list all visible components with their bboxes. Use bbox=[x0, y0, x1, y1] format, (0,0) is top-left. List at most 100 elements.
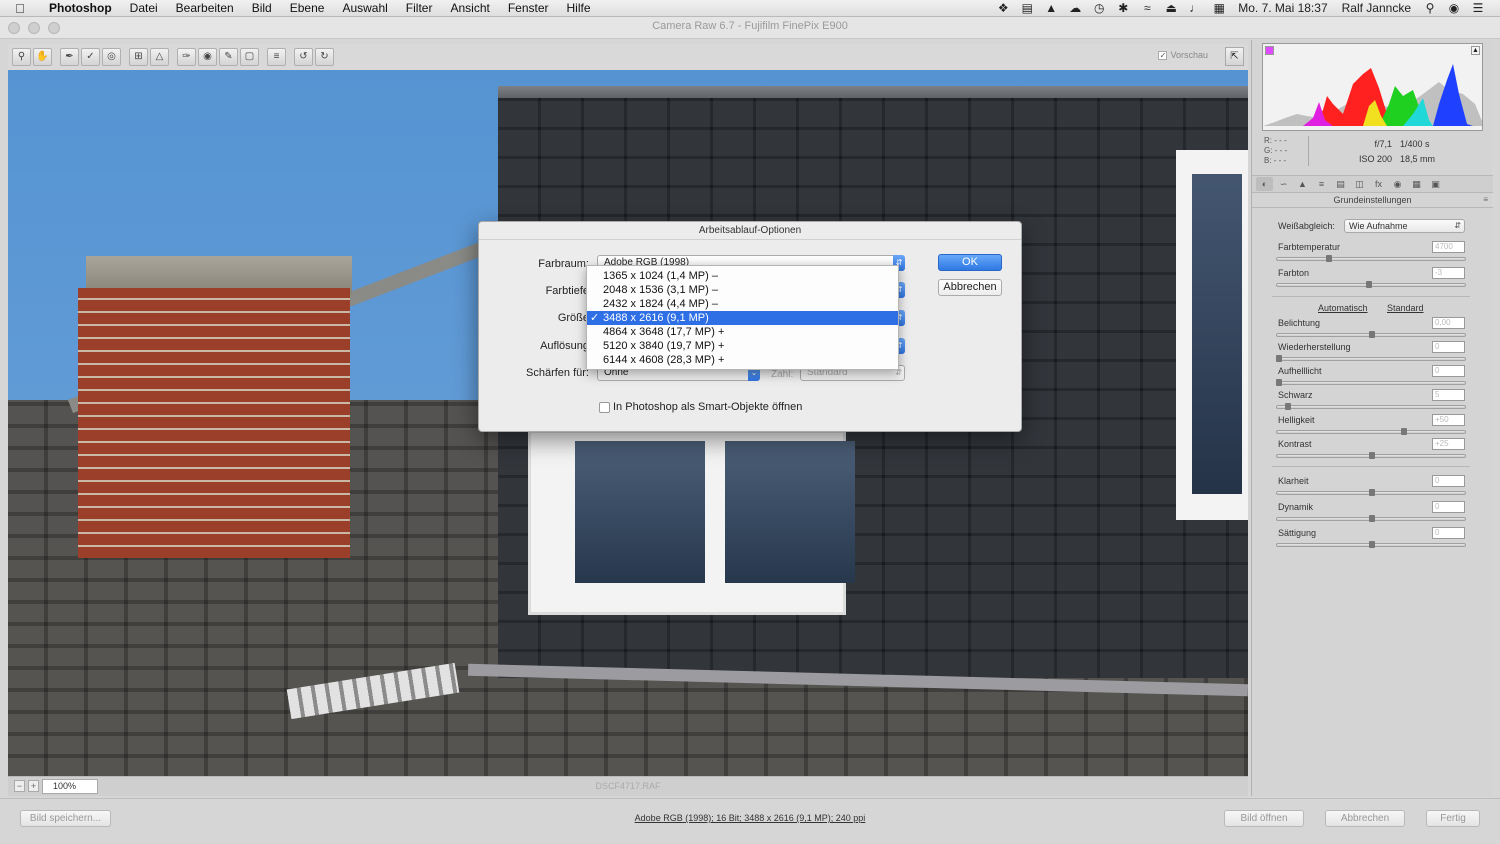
brightness-field[interactable]: +50 bbox=[1432, 414, 1465, 426]
message-icon[interactable]: ▤ bbox=[1015, 0, 1039, 17]
open-image-button[interactable]: Bild öffnen bbox=[1224, 810, 1304, 827]
fill-light-slider[interactable] bbox=[1276, 379, 1466, 386]
drive-icon[interactable]: ▲ bbox=[1039, 0, 1063, 17]
menu-bild[interactable]: Bild bbox=[243, 0, 281, 17]
contrast-slider-thumb[interactable] bbox=[1369, 452, 1375, 459]
adjustment-brush-icon[interactable]: ✎ bbox=[219, 48, 238, 66]
camera-calibration-tab-icon[interactable]: ◉ bbox=[1389, 177, 1406, 191]
menu-datei[interactable]: Datei bbox=[121, 0, 167, 17]
size-option[interactable]: 2048 x 1536 (3,1 MP) – bbox=[587, 283, 898, 297]
notification-center-icon[interactable]: ☰ bbox=[1466, 0, 1490, 17]
fill-light-field[interactable]: 0 bbox=[1432, 365, 1465, 377]
basic-tab-icon[interactable]: ◐ bbox=[1256, 177, 1273, 191]
blacks-slider[interactable] bbox=[1276, 403, 1466, 410]
clarity-slider[interactable] bbox=[1276, 489, 1466, 496]
smart-object-checkbox[interactable] bbox=[599, 401, 610, 413]
brightness-slider[interactable] bbox=[1276, 428, 1466, 435]
dropbox-icon[interactable]: ❖ bbox=[991, 0, 1015, 17]
dialog-cancel-button[interactable]: Abbrechen bbox=[938, 279, 1002, 296]
blacks-slider-thumb[interactable] bbox=[1285, 403, 1291, 410]
saturation-field[interactable]: 0 bbox=[1432, 527, 1465, 539]
saturation-slider[interactable] bbox=[1276, 541, 1466, 548]
preview-checkbox[interactable]: ✓ bbox=[1158, 50, 1168, 60]
menu-app[interactable]: Photoshop bbox=[40, 0, 121, 17]
menu-fenster[interactable]: Fenster bbox=[499, 0, 558, 17]
time-machine-icon[interactable]: ◷ bbox=[1087, 0, 1111, 17]
smart-object-option[interactable]: In Photoshop als Smart-Objekte öffnen bbox=[599, 401, 802, 413]
presets-tab-icon[interactable]: ▦ bbox=[1408, 177, 1425, 191]
tint-slider-thumb[interactable] bbox=[1366, 281, 1372, 288]
menu-bearbeiten[interactable]: Bearbeiten bbox=[167, 0, 243, 17]
apple-menu-icon[interactable]:  bbox=[0, 1, 40, 16]
tint-field[interactable]: -3 bbox=[1432, 267, 1465, 279]
calendar-icon[interactable]: ▦ bbox=[1207, 0, 1231, 17]
size-option[interactable]: 2432 x 1824 (4,4 MP) – bbox=[587, 297, 898, 311]
brightness-slider-thumb[interactable] bbox=[1401, 428, 1407, 435]
done-button[interactable]: Fertig bbox=[1426, 810, 1480, 827]
graduated-filter-icon[interactable]: ▢ bbox=[240, 48, 259, 66]
recovery-slider[interactable] bbox=[1276, 355, 1466, 362]
menu-filter[interactable]: Filter bbox=[397, 0, 442, 17]
menu-auswahl[interactable]: Auswahl bbox=[333, 0, 396, 17]
targeted-adjustment-tool-icon[interactable]: ◎ bbox=[102, 48, 121, 66]
white-balance-tool-icon[interactable]: ✒ bbox=[60, 48, 79, 66]
hand-tool-icon[interactable]: ✋ bbox=[33, 48, 52, 66]
bluetooth-icon[interactable]: ✱ bbox=[1111, 0, 1135, 17]
clarity-field[interactable]: 0 bbox=[1432, 475, 1465, 487]
effects-tab-icon[interactable]: fx bbox=[1370, 177, 1387, 191]
siri-icon[interactable]: ◉ bbox=[1442, 0, 1466, 17]
menu-hilfe[interactable]: Hilfe bbox=[558, 0, 600, 17]
saturation-slider-thumb[interactable] bbox=[1369, 541, 1375, 548]
vibrance-field[interactable]: 0 bbox=[1432, 501, 1465, 513]
spot-removal-tool-icon[interactable]: ✑ bbox=[177, 48, 196, 66]
clock[interactable]: Mo. 7. Mai 18:37 bbox=[1231, 0, 1334, 17]
rotate-right-icon[interactable]: ↻ bbox=[315, 48, 334, 66]
vibrance-slider-thumb[interactable] bbox=[1369, 515, 1375, 522]
snapshots-tab-icon[interactable]: ▣ bbox=[1427, 177, 1444, 191]
preview-toggle[interactable]: ✓ Vorschau bbox=[1158, 50, 1208, 60]
fullscreen-toggle-icon[interactable]: ⇱ bbox=[1225, 47, 1244, 66]
user-name[interactable]: Ralf Janncke bbox=[1335, 0, 1418, 17]
shadow-clipping-icon[interactable] bbox=[1265, 46, 1274, 55]
cancel-button[interactable]: Abbrechen bbox=[1325, 810, 1405, 827]
tone-curve-tab-icon[interactable]: ∽ bbox=[1275, 177, 1292, 191]
spotlight-search-icon[interactable]: ⚲ bbox=[1418, 0, 1442, 17]
volume-icon[interactable]: ♩ bbox=[1183, 0, 1207, 17]
straighten-tool-icon[interactable]: △ bbox=[150, 48, 169, 66]
menu-ebene[interactable]: Ebene bbox=[281, 0, 334, 17]
menu-ansicht[interactable]: Ansicht bbox=[441, 0, 498, 17]
lens-corrections-tab-icon[interactable]: ◫ bbox=[1351, 177, 1368, 191]
fill-light-slider-thumb[interactable] bbox=[1276, 379, 1282, 386]
recovery-field[interactable]: 0 bbox=[1432, 341, 1465, 353]
tint-slider[interactable] bbox=[1276, 281, 1466, 288]
white-balance-select[interactable]: Wie Aufnahme ⇵ bbox=[1344, 219, 1465, 233]
panel-menu-icon[interactable]: ≡ bbox=[1483, 195, 1488, 204]
contrast-field[interactable]: +25 bbox=[1432, 438, 1465, 450]
ok-button[interactable]: OK bbox=[938, 254, 1002, 271]
size-option-selected[interactable]: ✓ 3488 x 2616 (9,1 MP) bbox=[587, 311, 898, 325]
hsl-tab-icon[interactable]: ≡ bbox=[1313, 177, 1330, 191]
recovery-slider-thumb[interactable] bbox=[1276, 355, 1282, 362]
temperature-field[interactable]: 4700 bbox=[1432, 241, 1465, 253]
size-option[interactable]: 4864 x 3648 (17,7 MP) + bbox=[587, 325, 898, 339]
wifi-icon[interactable]: ≈ bbox=[1135, 0, 1159, 17]
eject-icon[interactable]: ⏏ bbox=[1159, 0, 1183, 17]
split-toning-tab-icon[interactable]: ▤ bbox=[1332, 177, 1349, 191]
size-option[interactable]: 5120 x 3840 (19,7 MP) + bbox=[587, 339, 898, 353]
auto-link[interactable]: Automatisch bbox=[1318, 303, 1368, 313]
size-option[interactable]: 1365 x 1024 (1,4 MP) – bbox=[587, 269, 898, 283]
exposure-field[interactable]: 0,00 bbox=[1432, 317, 1465, 329]
zoom-tool-icon[interactable]: ⚲ bbox=[12, 48, 31, 66]
exposure-slider-thumb[interactable] bbox=[1369, 331, 1375, 338]
detail-tab-icon[interactable]: ▲ bbox=[1294, 177, 1311, 191]
crop-tool-icon[interactable]: ⊞ bbox=[129, 48, 148, 66]
preferences-icon[interactable]: ≡ bbox=[267, 48, 286, 66]
clarity-slider-thumb[interactable] bbox=[1369, 489, 1375, 496]
contrast-slider[interactable] bbox=[1276, 452, 1466, 459]
cloud-icon[interactable]: ☁ bbox=[1063, 0, 1087, 17]
size-option[interactable]: 6144 x 4608 (28,3 MP) + bbox=[587, 353, 898, 367]
exposure-slider[interactable] bbox=[1276, 331, 1466, 338]
default-link[interactable]: Standard bbox=[1387, 303, 1424, 313]
temperature-slider-thumb[interactable] bbox=[1326, 255, 1332, 262]
vibrance-slider[interactable] bbox=[1276, 515, 1466, 522]
